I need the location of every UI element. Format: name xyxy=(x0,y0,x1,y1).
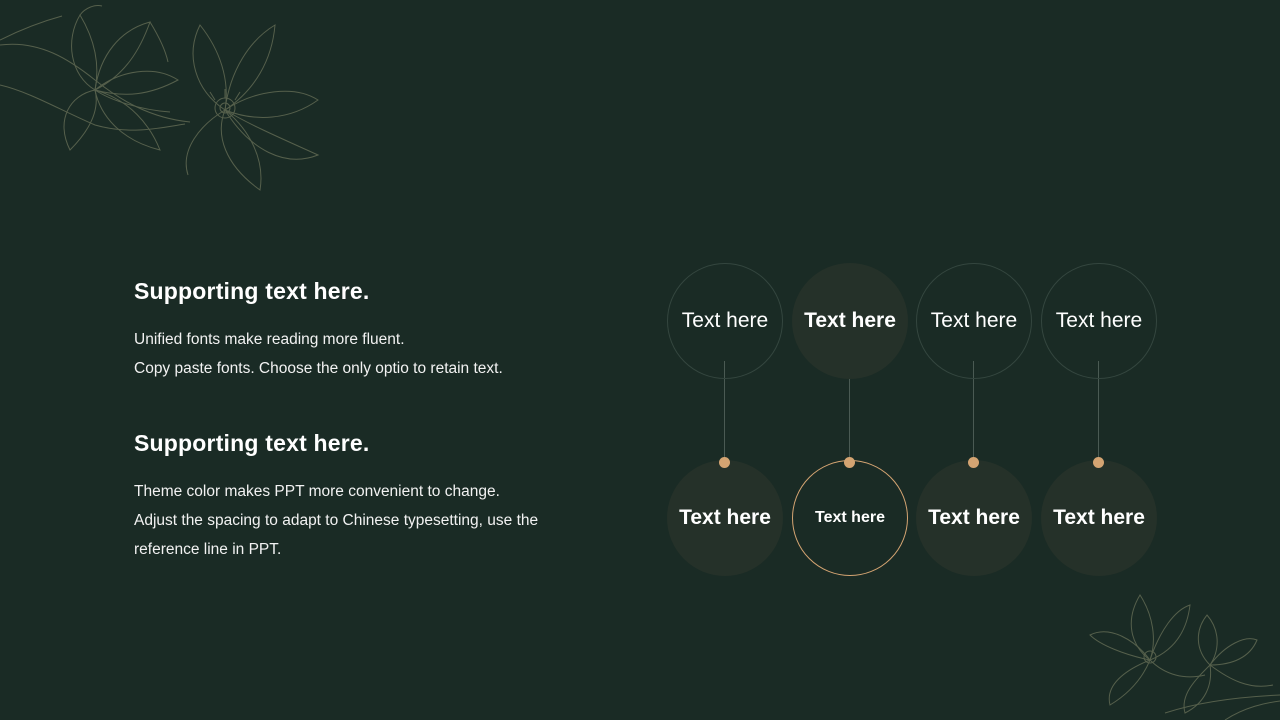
top-circle-4: Text here xyxy=(1041,263,1157,379)
connector-dot-4 xyxy=(1093,457,1104,468)
bottom-circle-2-highlighted: Text here xyxy=(792,460,908,576)
circle-label: Text here xyxy=(679,506,771,529)
circle-label: Text here xyxy=(1053,506,1145,529)
top-circle-2: Text here xyxy=(792,263,908,379)
circle-label: Text here xyxy=(815,509,885,526)
bottom-circle-3: Text here xyxy=(916,460,1032,576)
bottom-circle-1: Text here xyxy=(667,460,783,576)
circle-label: Text here xyxy=(681,309,769,332)
circle-label: Text here xyxy=(804,309,896,332)
circle-label: Text here xyxy=(928,506,1020,529)
connector-dot-1 xyxy=(719,457,730,468)
circle-connector-diagram: Text here Text here Text here Text here … xyxy=(0,0,1280,720)
top-circle-1: Text here xyxy=(667,263,783,379)
circle-label: Text here xyxy=(930,309,1018,332)
connector-dot-3 xyxy=(968,457,979,468)
top-circle-3: Text here xyxy=(916,263,1032,379)
connector-dot-2 xyxy=(844,457,855,468)
circle-label: Text here xyxy=(1055,309,1143,332)
bottom-circle-4: Text here xyxy=(1041,460,1157,576)
